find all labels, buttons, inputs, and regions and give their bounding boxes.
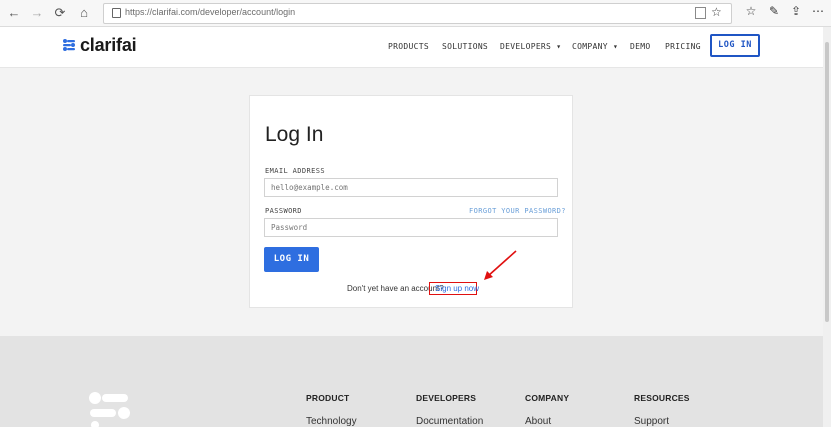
lock-icon (112, 8, 121, 18)
scrollbar-thumb[interactable] (825, 42, 829, 322)
favorites-icon[interactable]: ☆ (743, 4, 759, 18)
footer-heading-developers: DEVELOPERS (416, 393, 477, 403)
forgot-password-link[interactable]: FORGOT YOUR PASSWORD? (469, 207, 566, 215)
url-text[interactable]: https://clarifai.com/developer/account/l… (125, 7, 295, 17)
password-field[interactable] (264, 218, 558, 237)
footer-heading-resources: RESOURCES (634, 393, 690, 403)
footer-link-documentation[interactable]: Documentation (416, 416, 483, 427)
footer-link-about[interactable]: About (525, 416, 551, 427)
nav-pricing[interactable]: PRICING (665, 42, 701, 51)
password-label: PASSWORD (265, 207, 302, 215)
annotation-arrow-icon (484, 250, 517, 280)
chevron-down-icon: ▾ (556, 42, 562, 51)
footer-link-technology[interactable]: Technology (306, 416, 357, 427)
nav-solutions[interactable]: SOLUTIONS (442, 42, 488, 51)
reading-view-icon[interactable] (695, 7, 706, 19)
nav-demo[interactable]: DEMO (630, 42, 650, 51)
pen-icon[interactable]: ✎ (766, 4, 782, 18)
chevron-down-icon: ▾ (612, 42, 619, 51)
nav-products[interactable]: PRODUCTS (388, 42, 429, 51)
logo-text[interactable]: clarifai (80, 35, 137, 56)
address-bar[interactable]: https://clarifai.com/developer/account/l… (103, 3, 732, 24)
email-field[interactable] (264, 178, 558, 197)
nav-developers-label: DEVELOPERS (500, 42, 552, 51)
back-icon[interactable]: ← (5, 4, 23, 22)
page-title: Log In (265, 123, 324, 146)
nav-company-label: COMPANY (572, 42, 608, 51)
share-icon[interactable]: ⇪ (788, 4, 804, 18)
footer-link-support[interactable]: Support (634, 416, 669, 427)
login-submit-button[interactable]: LOG IN (264, 247, 319, 272)
nav-company[interactable]: COMPANY ▾ (572, 42, 618, 51)
footer-logo-icon (89, 392, 130, 427)
home-icon[interactable]: ⌂ (75, 4, 93, 22)
email-label: EMAIL ADDRESS (265, 167, 325, 175)
signup-link[interactable]: Sign up now (435, 284, 479, 293)
nav-developers[interactable]: DEVELOPERS ▾ (500, 42, 561, 51)
site-header: clarifai PRODUCTS SOLUTIONS DEVELOPERS ▾… (0, 27, 823, 68)
forward-icon[interactable]: → (28, 4, 46, 22)
header-login-button[interactable]: LOG IN (710, 34, 760, 57)
browser-toolbar: ← → ⟳ ⌂ https://clarifai.com/developer/a… (0, 0, 831, 27)
favorite-star-icon[interactable]: ☆ (711, 5, 722, 19)
clarifai-logo-icon[interactable] (62, 38, 76, 52)
refresh-icon[interactable]: ⟳ (51, 4, 69, 22)
more-icon[interactable]: ⋯ (810, 4, 826, 18)
footer-heading-company: COMPANY (525, 393, 570, 403)
footer-heading-product: PRODUCT (306, 393, 350, 403)
